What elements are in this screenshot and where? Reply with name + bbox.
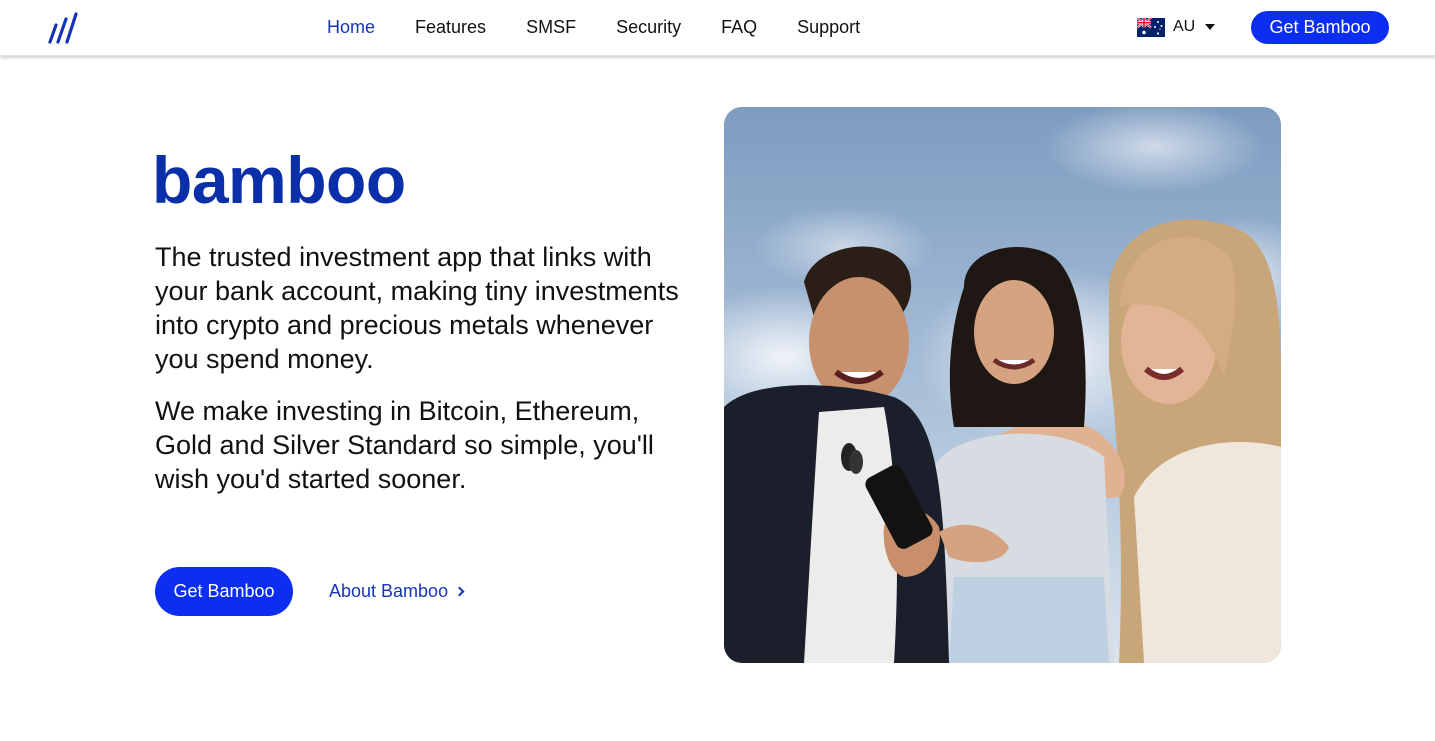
nav-item-faq[interactable]: FAQ — [721, 15, 757, 39]
locale-label: AU — [1173, 18, 1196, 35]
header-get-bamboo-button[interactable]: Get Bamboo — [1251, 11, 1389, 44]
hero-photo — [724, 107, 1281, 663]
nav-item-home[interactable]: Home — [327, 15, 375, 39]
about-bamboo-link[interactable]: About Bamboo — [329, 579, 465, 603]
about-bamboo-label: About Bamboo — [329, 581, 449, 601]
caret-down-icon — [1205, 24, 1216, 30]
nav-item-smsf[interactable]: SMSF — [526, 15, 576, 39]
hero-secondary-text: We make investing in Bitcoin, Ethereum, … — [155, 396, 654, 494]
chevron-right-icon — [454, 586, 465, 597]
site-header: Home Features SMSF Security FAQ Support … — [0, 0, 1435, 56]
main-nav: Home Features SMSF Security FAQ Support — [327, 15, 860, 39]
nav-item-features[interactable]: Features — [415, 15, 486, 39]
bamboo-logo-icon[interactable] — [44, 11, 80, 45]
hero-intro-text: The trusted investment app that links wi… — [155, 242, 679, 374]
nav-item-security[interactable]: Security — [616, 15, 681, 39]
brand-title: bamboo — [152, 143, 406, 217]
nav-item-support[interactable]: Support — [797, 15, 860, 39]
hero-get-bamboo-button[interactable]: Get Bamboo — [155, 567, 293, 616]
locale-selector[interactable]: AU — [1137, 17, 1216, 37]
australia-flag-icon — [1137, 17, 1165, 37]
hero-photo-illustration — [724, 107, 1281, 663]
